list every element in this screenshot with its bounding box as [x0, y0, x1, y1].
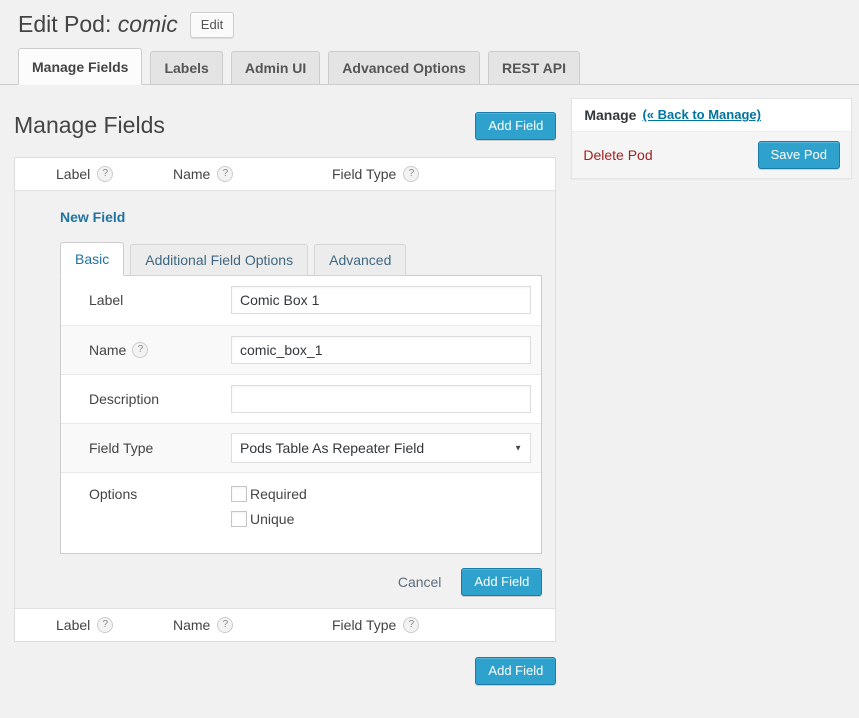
editor-actions: Cancel Add Field	[60, 568, 542, 596]
field-type-select-wrap: Pods Table As Repeater Field ▼	[231, 433, 531, 463]
options-checkbox-list: Required Unique	[231, 486, 541, 527]
bottom-actions: Add Field	[14, 657, 556, 685]
options-field-label: Options	[61, 486, 231, 502]
manage-panel-title: Manage	[584, 107, 636, 123]
subtab-basic[interactable]: Basic	[60, 242, 124, 276]
page-titlebar: Edit Pod: comic Edit	[0, 0, 859, 40]
subtab-additional-field-options[interactable]: Additional Field Options	[130, 244, 308, 276]
page-title: Edit Pod: comic	[18, 10, 178, 40]
help-icon[interactable]: ?	[403, 617, 419, 633]
field-type-control: Pods Table As Repeater Field ▼	[231, 433, 541, 463]
required-checkbox-item[interactable]: Required	[231, 486, 541, 502]
field-type-select[interactable]: Pods Table As Repeater Field	[231, 433, 531, 463]
manage-fields-heading: Manage Fields	[14, 111, 165, 141]
manage-panel-body: Delete Pod Save Pod	[572, 132, 851, 178]
column-label-text: Label	[56, 617, 90, 633]
help-icon[interactable]: ?	[97, 166, 113, 182]
name-field-label: Name ?	[61, 342, 231, 358]
unique-checkbox-item[interactable]: Unique	[231, 511, 541, 527]
name-field-label-text: Name	[89, 342, 126, 358]
back-to-manage-link[interactable]: (« Back to Manage)	[642, 107, 760, 122]
content-columns: Manage Fields Add Field Label ? Name ? F…	[0, 85, 859, 685]
column-name: Name ?	[173, 617, 332, 633]
name-field-control	[231, 336, 541, 364]
add-field-submit-button[interactable]: Add Field	[461, 568, 542, 596]
manage-panel-header: Manage (« Back to Manage)	[572, 99, 851, 132]
column-label: Label ?	[56, 166, 173, 182]
column-label-text: Label	[56, 166, 90, 182]
manage-panel: Manage (« Back to Manage) Delete Pod Sav…	[571, 98, 852, 179]
label-field-control	[231, 286, 541, 314]
page-title-prefix: Edit Pod:	[18, 11, 111, 37]
cancel-link[interactable]: Cancel	[398, 574, 442, 590]
description-field-control	[231, 385, 541, 413]
manage-fields-column: Manage Fields Add Field Label ? Name ? F…	[14, 85, 556, 685]
field-basic-form: Label Name ?	[60, 275, 542, 554]
column-name-text: Name	[173, 166, 210, 182]
name-input[interactable]	[231, 336, 531, 364]
new-field-title: New Field	[60, 209, 542, 225]
field-type-label-text: Field Type	[89, 440, 153, 456]
unique-checkbox[interactable]	[231, 511, 247, 527]
column-name-text: Name	[173, 617, 210, 633]
description-input[interactable]	[231, 385, 531, 413]
help-icon[interactable]: ?	[132, 342, 148, 358]
column-field-type: Field Type ?	[332, 617, 555, 633]
field-type-label: Field Type	[61, 440, 231, 456]
tab-manage-fields[interactable]: Manage Fields	[18, 48, 142, 85]
form-row-name: Name ?	[61, 325, 541, 374]
new-field-editor: New Field Basic Additional Field Options…	[15, 191, 555, 608]
tab-admin-ui[interactable]: Admin UI	[231, 51, 320, 85]
field-editor-tabs: Basic Additional Field Options Advanced	[60, 242, 542, 275]
pod-nav-tabs: Manage Fields Labels Admin UI Advanced O…	[0, 48, 859, 85]
required-checkbox-label: Required	[250, 486, 307, 502]
column-label: Label ?	[56, 617, 173, 633]
column-field-type-text: Field Type	[332, 166, 396, 182]
label-field-label: Label	[61, 292, 231, 308]
fields-table-footer: Label ? Name ? Field Type ?	[15, 608, 555, 641]
tab-labels[interactable]: Labels	[150, 51, 222, 85]
column-name: Name ?	[173, 166, 332, 182]
subtab-advanced[interactable]: Advanced	[314, 244, 406, 276]
add-field-button-top[interactable]: Add Field	[475, 112, 556, 140]
form-row-description: Description	[61, 374, 541, 423]
column-field-type-text: Field Type	[332, 617, 396, 633]
fields-table-header: Label ? Name ? Field Type ?	[15, 158, 555, 191]
fields-table: Label ? Name ? Field Type ? New Field Ba…	[14, 157, 556, 642]
tab-rest-api[interactable]: REST API	[488, 51, 580, 85]
sidebar: Manage (« Back to Manage) Delete Pod Sav…	[571, 98, 852, 179]
help-icon[interactable]: ?	[217, 617, 233, 633]
unique-checkbox-label: Unique	[250, 511, 294, 527]
description-field-label-text: Description	[89, 391, 159, 407]
save-pod-button[interactable]: Save Pod	[758, 141, 840, 169]
form-row-field-type: Field Type Pods Table As Repeater Field …	[61, 423, 541, 472]
delete-pod-link[interactable]: Delete Pod	[583, 147, 652, 163]
form-row-label: Label	[61, 276, 541, 325]
required-checkbox[interactable]	[231, 486, 247, 502]
pod-name: comic	[118, 11, 178, 37]
manage-fields-header: Manage Fields Add Field	[14, 111, 556, 141]
edit-pod-name-button[interactable]: Edit	[190, 12, 234, 38]
tab-advanced-options[interactable]: Advanced Options	[328, 51, 480, 85]
options-field-label-text: Options	[89, 486, 137, 502]
options-field-control: Required Unique	[231, 486, 541, 527]
help-icon[interactable]: ?	[97, 617, 113, 633]
help-icon[interactable]: ?	[217, 166, 233, 182]
add-field-button-bottom[interactable]: Add Field	[475, 657, 556, 685]
help-icon[interactable]: ?	[403, 166, 419, 182]
description-field-label: Description	[61, 391, 231, 407]
label-input[interactable]	[231, 286, 531, 314]
label-field-label-text: Label	[89, 292, 123, 308]
column-field-type: Field Type ?	[332, 166, 555, 182]
form-row-options: Options Required Unique	[61, 472, 541, 553]
